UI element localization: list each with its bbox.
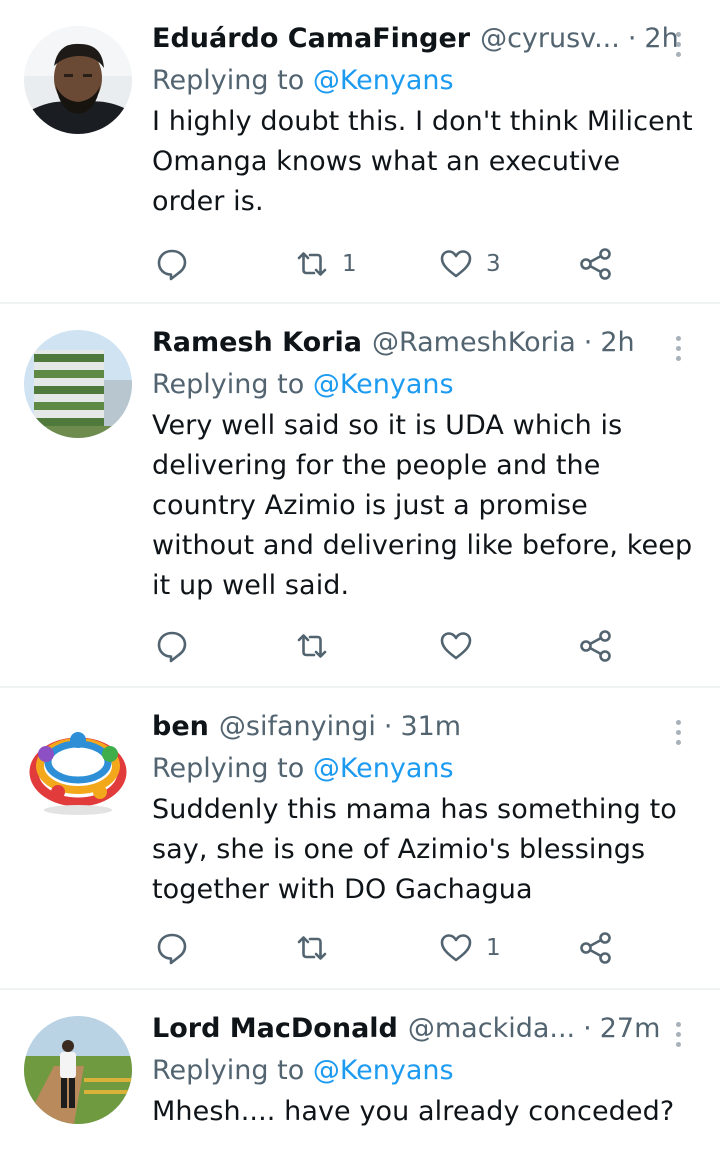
share-icon: [580, 932, 611, 964]
tweet-actions: 1: [152, 928, 696, 968]
author-name[interactable]: Eduárdo CamaFinger: [152, 20, 470, 58]
reply-button[interactable]: [152, 928, 192, 968]
like-count: 1: [486, 935, 501, 961]
retweet-icon: [297, 634, 327, 658]
retweet-icon: [297, 252, 327, 276]
reply-button[interactable]: [152, 626, 192, 666]
share-icon: [580, 248, 611, 280]
tweet-header: Eduárdo CamaFinger @cyrusv... · 2h: [152, 20, 696, 58]
more-options-icon[interactable]: [660, 330, 696, 366]
more-options-icon[interactable]: [660, 714, 696, 750]
more-options-icon[interactable]: [660, 26, 696, 62]
author-name[interactable]: ben: [152, 708, 209, 746]
like-button[interactable]: 3: [436, 244, 501, 284]
share-button[interactable]: [576, 928, 616, 968]
avatar[interactable]: [24, 330, 132, 438]
separator-dot: ·: [583, 1013, 592, 1044]
tweet[interactable]: ben @sifanyingi · 31m Replying to @Kenya…: [0, 688, 720, 990]
retweet-button[interactable]: [292, 928, 342, 968]
more-options-icon[interactable]: [660, 1016, 696, 1052]
man-with-beard-avatar-image: [24, 26, 132, 134]
tweet[interactable]: Lord MacDonald @mackida... · 27m Replyin…: [0, 990, 720, 1158]
heart-icon: [440, 934, 472, 962]
reply-icon: [157, 249, 187, 281]
avatar[interactable]: [24, 1016, 132, 1124]
mention-link[interactable]: @Kenyans: [313, 753, 454, 784]
tweet-header: Lord MacDonald @mackida... · 27m: [152, 1010, 696, 1048]
heart-icon: [440, 632, 472, 660]
author-handle[interactable]: @cyrusv...: [480, 20, 620, 58]
replying-to-label: Replying to: [152, 65, 305, 96]
avatar[interactable]: [24, 714, 132, 822]
tweet-actions: [152, 626, 696, 666]
mention-link[interactable]: @Kenyans: [313, 65, 454, 96]
author-name[interactable]: Lord MacDonald: [152, 1010, 398, 1048]
reply-feed: Eduárdo CamaFinger @cyrusv... · 2h Reply…: [0, 0, 720, 1158]
share-button[interactable]: [576, 244, 616, 284]
replying-to: Replying to @Kenyans: [152, 365, 696, 405]
like-button[interactable]: [436, 626, 486, 666]
tweet-header: Ramesh Koria @RameshKoria · 2h: [152, 324, 696, 362]
separator-dot: ·: [383, 711, 393, 742]
tweet-text: Mhesh.... have you already conceded?: [152, 1096, 675, 1127]
tweet-text: Very well said so it is UDA which is del…: [152, 410, 693, 601]
retweet-button[interactable]: 1: [292, 244, 357, 284]
heart-icon: [440, 250, 472, 278]
tweet-text: I highly doubt this. I don't think Milic…: [152, 106, 693, 217]
separator-dot: ·: [627, 23, 637, 54]
tweet-text: Suddenly this mama has something to say,…: [152, 794, 677, 905]
share-icon: [580, 630, 611, 662]
timestamp[interactable]: 27m: [600, 1010, 661, 1048]
replying-to: Replying to @Kenyans: [152, 61, 696, 101]
timestamp[interactable]: 31m: [400, 708, 461, 746]
reply-icon: [157, 631, 187, 663]
share-button[interactable]: [576, 626, 616, 666]
replying-to: Replying to @Kenyans: [152, 749, 696, 789]
reply-button[interactable]: [152, 244, 192, 284]
mention-link[interactable]: @Kenyans: [313, 369, 454, 400]
reply-icon: [157, 933, 187, 965]
tweet-header: ben @sifanyingi · 31m: [152, 708, 696, 746]
retweet-button[interactable]: [292, 626, 342, 666]
colorful-people-circle-avatar-image: [24, 714, 132, 822]
retweet-icon: [297, 936, 327, 960]
timestamp[interactable]: 2h: [600, 324, 634, 362]
tweet[interactable]: Eduárdo CamaFinger @cyrusv... · 2h Reply…: [0, 0, 720, 304]
retweet-count: 1: [342, 251, 357, 277]
author-handle[interactable]: @RameshKoria: [372, 324, 576, 362]
like-count: 3: [486, 251, 501, 277]
replying-to-label: Replying to: [152, 369, 305, 400]
author-handle[interactable]: @mackida...: [408, 1010, 575, 1048]
replying-to-label: Replying to: [152, 753, 305, 784]
author-handle[interactable]: @sifanyingi: [219, 708, 376, 746]
author-name[interactable]: Ramesh Koria: [152, 324, 362, 362]
separator-dot: ·: [583, 327, 593, 358]
avatar[interactable]: [24, 26, 132, 134]
like-button[interactable]: 1: [436, 928, 501, 968]
tweet[interactable]: Ramesh Koria @RameshKoria · 2h Replying …: [0, 304, 720, 688]
man-walking-outdoors-avatar-image: [24, 1016, 132, 1124]
replying-to-label: Replying to: [152, 1055, 305, 1086]
green-building-avatar-image: [24, 330, 132, 438]
replying-to: Replying to @Kenyans: [152, 1051, 696, 1091]
tweet-actions: 1 3: [152, 244, 696, 284]
mention-link[interactable]: @Kenyans: [313, 1055, 454, 1086]
